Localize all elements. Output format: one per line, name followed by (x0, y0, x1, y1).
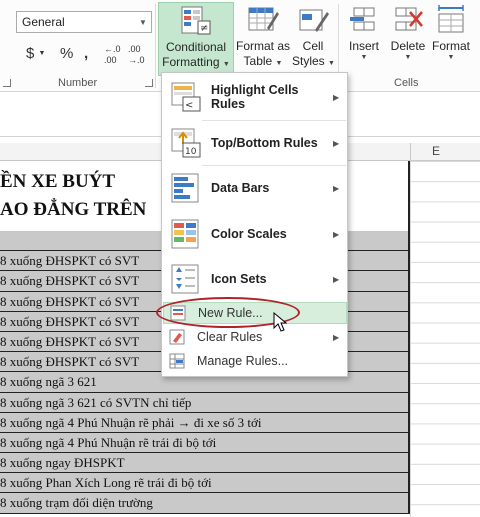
insert-label: Insert (348, 39, 379, 53)
clear-rules-label: Clear Rules (197, 330, 263, 344)
column-separator (410, 143, 411, 161)
cf-label-1: Conditional (165, 40, 227, 54)
number-buttons-row: $ ▼ % , ←.0 .00 .00 →.0 (0, 42, 150, 66)
chevron-down-icon: ▼ (360, 54, 368, 61)
submenu-arrow-icon: ▶ (333, 274, 340, 284)
table-row[interactable]: 8 xuống ngã 3 621 có SVTN chỉ tiếp (0, 392, 410, 413)
delete-label: Delete (390, 39, 426, 53)
menu-item-top-bottom-rules[interactable]: 10 Top/Bottom Rules ▶ (163, 121, 347, 165)
format-as-table-icon (247, 4, 279, 36)
title-line-1: ỀN XE BUÝT (0, 171, 116, 192)
dialog-launcher-icon[interactable] (3, 79, 11, 87)
group-cells-label: Cells (394, 77, 419, 89)
cell-styles-button[interactable]: Cell Styles ▼ (292, 2, 335, 76)
svg-text:<: < (185, 100, 193, 111)
number-format-dropdown[interactable]: General ▼ (16, 11, 152, 33)
format-label: Format (431, 39, 470, 53)
submenu-arrow-icon: ▶ (333, 229, 340, 239)
submenu-arrow-icon: ▶ (333, 183, 340, 193)
clear-rules-icon (169, 329, 185, 345)
empty-cells-grid[interactable] (410, 161, 480, 517)
increase-decimal-button[interactable]: ←.0 .00 (104, 44, 124, 68)
color-scales-icon (171, 219, 201, 249)
cell-styles-label-1: Cell (302, 39, 324, 53)
menu-item-data-bars[interactable]: Data Bars ▶ (163, 166, 347, 210)
menu-item-clear-rules[interactable]: Clear Rules ▶ (163, 326, 347, 348)
chevron-down-icon: ▼ (139, 17, 147, 27)
chevron-down-icon: ▼ (447, 54, 455, 61)
top-bottom-rules-label: Top/Bottom Rules (211, 136, 318, 150)
format-as-table-button[interactable]: Format as Table ▼ (234, 2, 292, 76)
chevron-down-icon: ▼ (404, 54, 412, 61)
table-row[interactable]: 8 xuống ngã 4 Phú Nhuận rẽ trái đi bộ tớ… (0, 432, 410, 454)
cf-label-2: Formatting ▼ (162, 55, 230, 69)
percent-button[interactable]: % (60, 42, 73, 66)
highlight-cells-rules-label: Highlight Cells Rules (211, 83, 299, 111)
svg-text:10: 10 (185, 147, 197, 157)
color-scales-label: Color Scales (211, 227, 287, 241)
top-bottom-rules-icon: 10 (171, 128, 201, 158)
conditional-formatting-icon: ≠ (180, 5, 212, 37)
insert-cells-icon (348, 4, 380, 36)
submenu-arrow-icon: ▶ (333, 138, 340, 148)
icon-sets-icon (171, 264, 201, 294)
manage-rules-label: Manage Rules... (197, 354, 289, 368)
manage-rules-icon (169, 353, 185, 369)
comma-button[interactable]: , (84, 42, 88, 66)
table-row[interactable]: 8 xuống trạm đối diện trường (0, 493, 410, 514)
currency-button[interactable]: $ ▼ (26, 42, 45, 66)
insert-button[interactable]: Insert ▼ (342, 2, 386, 76)
column-header-e[interactable]: E (432, 144, 440, 158)
table-row[interactable]: 8 xuống ngay ĐHSPKT (0, 453, 410, 474)
format-cells-icon (435, 4, 467, 36)
delete-cells-icon (392, 4, 424, 36)
data-bars-icon (171, 173, 201, 203)
conditional-formatting-menu: < Highlight Cells Rules ▶ 10 Top/Bottom … (161, 72, 348, 377)
table-row[interactable]: 8 xuống ngã 4 Phú Nhuận rẽ phải → đi xe … (0, 412, 410, 433)
number-format-value: General (22, 15, 65, 29)
cell-styles-label-2: Styles ▼ (292, 54, 335, 68)
number-dialog-launcher-icon[interactable] (145, 79, 153, 87)
submenu-arrow-icon: ▶ (333, 92, 340, 102)
svg-text:≠: ≠ (200, 23, 208, 34)
table-row[interactable]: 8 xuống Phan Xích Long rẽ trái đi bộ tới (0, 473, 410, 494)
decrease-decimal-button[interactable]: .00 →.0 (128, 44, 148, 68)
menu-item-manage-rules[interactable]: Manage Rules... (163, 350, 347, 372)
menu-item-highlight-cells-rules[interactable]: < Highlight Cells Rules ▶ (163, 75, 347, 119)
menu-item-color-scales[interactable]: Color Scales ▶ (163, 212, 347, 256)
submenu-arrow-icon: ▶ (333, 332, 340, 342)
delete-button[interactable]: Delete ▼ (388, 2, 428, 76)
data-bars-label: Data Bars (211, 181, 270, 195)
menu-item-icon-sets[interactable]: Icon Sets ▶ (163, 257, 347, 301)
icon-sets-label: Icon Sets (211, 272, 267, 286)
fat-label-2: Table ▼ (243, 54, 283, 68)
group-separator (155, 4, 156, 88)
cell-styles-icon (297, 4, 329, 36)
mouse-cursor-icon (273, 312, 287, 332)
group-number-label: Number (58, 77, 98, 89)
fat-label-1: Format as (235, 39, 290, 53)
highlight-cells-icon: < (171, 82, 201, 112)
title-line-2: AO ĐẲNG TRÊN (0, 199, 147, 220)
format-button[interactable]: Format ▼ (428, 2, 474, 76)
conditional-formatting-button[interactable]: ≠ Conditional Formatting ▼ (158, 2, 234, 76)
